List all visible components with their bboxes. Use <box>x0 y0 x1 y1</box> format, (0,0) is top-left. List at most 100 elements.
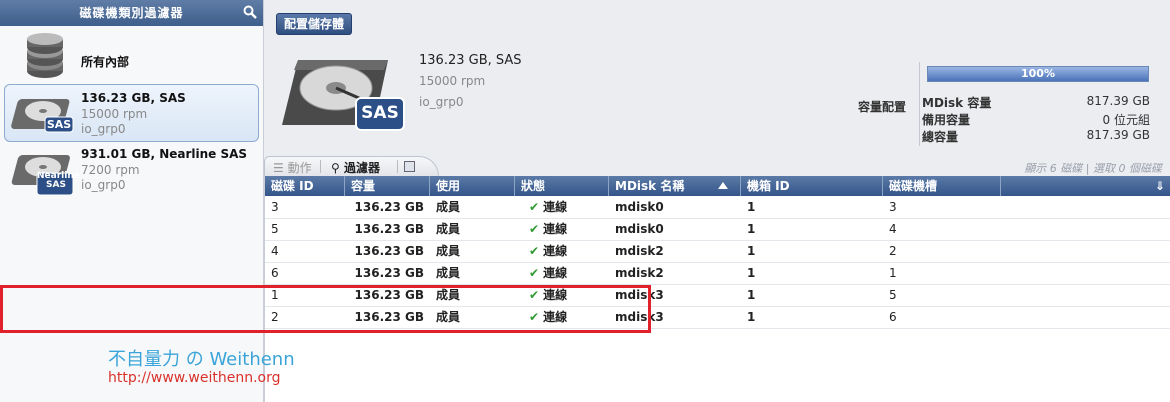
cell-slot-text: 3 <box>889 200 897 214</box>
cell-mdisk-name: mdisk3 <box>609 306 741 328</box>
col-use[interactable]: 使用 <box>430 176 515 196</box>
drives-table: 磁碟 ID 容量 使用 狀態 MDisk 名稱 機箱 ID 磁碟機槽 ⇓ 3 13… <box>264 176 1170 402</box>
capacity-value: 817.39 GB <box>1086 94 1150 108</box>
cell-slot: 6 <box>883 306 1001 328</box>
col-drive-id[interactable]: 磁碟 ID <box>265 176 345 196</box>
cell-use-text: 成員 <box>436 222 461 236</box>
cell-capacity-text: 136.23 GB <box>354 200 424 214</box>
grid-selection-status: 顯示 6 磁碟 | 選取 0 個磁碟 <box>1024 162 1162 175</box>
cell-capacity: 136.23 GB <box>345 240 430 262</box>
col-status[interactable]: 狀態 <box>515 176 609 196</box>
cell-drive-id-text: 6 <box>271 266 279 280</box>
cell-capacity: 136.23 GB <box>345 218 430 240</box>
cell-capacity-text: 136.23 GB <box>354 288 424 302</box>
capacity-key: 備用容量 <box>922 113 971 127</box>
cell-use-text: 成員 <box>436 200 461 214</box>
drive-class-item-sas[interactable]: SAS 136.23 GB, SAS 15000 rpm io_grp0 <box>4 84 259 142</box>
drive-class-title: 所有內部 <box>81 55 130 69</box>
cell-use: 成員 <box>430 218 515 240</box>
col-capacity[interactable]: 容量 <box>345 176 430 196</box>
cell-status: ✔ 連線 <box>515 262 609 284</box>
toolbar-divider <box>320 160 321 173</box>
filter-label: 過濾器 <box>343 161 380 175</box>
col-mdisk-name-label: MDisk 名稱 <box>615 179 685 193</box>
drive-class-filter-header: 磁碟機類別過濾器 <box>0 0 263 26</box>
cell-drive-id-text: 4 <box>271 244 279 258</box>
col-slot[interactable]: 磁碟機槽 <box>883 176 1001 196</box>
cell-slot: 4 <box>883 218 1001 240</box>
save-icon[interactable] <box>404 161 415 172</box>
cell-drive-id: 2 <box>265 306 345 328</box>
table-header: 磁碟 ID 容量 使用 狀態 MDisk 名稱 機箱 ID 磁碟機槽 ⇓ <box>265 176 1170 196</box>
column-menu-icon[interactable]: ⇓ <box>1155 179 1165 193</box>
cell-status-text: 連線 <box>543 200 568 214</box>
cell-enclosure-id-text: 1 <box>747 310 756 324</box>
sort-ascending-icon <box>718 182 728 189</box>
table-row[interactable]: 5 136.23 GB 成員 ✔ 連線 mdisk0 1 4 <box>265 218 1170 241</box>
drive-class-title: 931.01 GB, Nearline SAS <box>81 147 248 161</box>
drive-class-title: 136.23 GB, SAS <box>81 91 186 105</box>
cell-enclosure-id-text: 1 <box>747 266 756 280</box>
actions-menu[interactable]: ☰ 動作 <box>273 159 312 176</box>
filter-button[interactable]: ⚲ 過濾器 <box>331 159 380 176</box>
table-row[interactable]: 4 136.23 GB 成員 ✔ 連線 mdisk2 1 2 <box>265 240 1170 263</box>
internal-storage-main: 配置儲存體 SAS 136.23 GB, SAS 15000 rpm io_gr… <box>264 0 1170 402</box>
cell-status: ✔ 連線 <box>515 218 609 240</box>
table-row[interactable]: 3 136.23 GB 成員 ✔ 連線 mdisk0 1 3 <box>265 196 1170 219</box>
col-mdisk-name[interactable]: MDisk 名稱 <box>609 176 741 196</box>
capacity-row-mdisk: MDisk 容量 817.39 GB <box>922 94 1150 110</box>
cell-drive-id: 1 <box>265 284 345 306</box>
check-icon: ✔ <box>529 310 540 324</box>
cell-drive-id-text: 3 <box>271 200 279 214</box>
hard-drive-large-icon <box>282 60 405 131</box>
cell-use-text: 成員 <box>436 288 461 302</box>
capacity-progress-text: 100% <box>1021 67 1055 80</box>
cell-use: 成員 <box>430 284 515 306</box>
cell-enclosure-id: 1 <box>741 284 883 306</box>
cell-slot-text: 1 <box>889 266 897 280</box>
check-icon: ✔ <box>529 200 540 214</box>
drive-class-item-all-internal[interactable]: 所有內部 <box>4 28 259 86</box>
search-icon[interactable] <box>243 5 257 19</box>
actions-menu-label: 動作 <box>287 161 312 175</box>
cell-enclosure-id-text: 1 <box>747 288 756 302</box>
table-row[interactable]: 1 136.23 GB 成員 ✔ 連線 mdisk3 1 5 <box>265 284 1170 307</box>
cell-mdisk-name: mdisk3 <box>609 284 741 306</box>
col-enclosure-id[interactable]: 機箱 ID <box>741 176 883 196</box>
cell-enclosure-id: 1 <box>741 240 883 262</box>
cell-capacity-text: 136.23 GB <box>354 310 424 324</box>
capacity-key: 總容量 <box>922 130 959 144</box>
cell-capacity-text: 136.23 GB <box>354 266 424 280</box>
cell-drive-id-text: 1 <box>271 288 279 302</box>
summary-rpm: 15000 rpm <box>419 74 486 88</box>
cell-mdisk-name-text: mdisk3 <box>615 288 664 302</box>
cell-status-text: 連線 <box>543 222 568 236</box>
summary-badge: SAS <box>361 103 399 123</box>
cell-slot: 3 <box>883 196 1001 218</box>
cell-status-text: 連線 <box>543 266 568 280</box>
configure-storage-button[interactable]: 配置儲存體 <box>276 13 353 35</box>
cell-status: ✔ 連線 <box>515 284 609 306</box>
cell-status-text: 連線 <box>543 310 568 324</box>
table-row[interactable]: 6 136.23 GB 成員 ✔ 連線 mdisk2 1 1 <box>265 262 1170 285</box>
cell-use-text: 成員 <box>436 244 461 258</box>
check-icon: ✔ <box>529 244 540 258</box>
cell-status-text: 連線 <box>543 288 568 302</box>
cell-drive-id: 6 <box>265 262 345 284</box>
cell-mdisk-name: mdisk2 <box>609 262 741 284</box>
drive-class-badge: SAS <box>46 118 72 131</box>
cell-use-text: 成員 <box>436 310 461 324</box>
cell-status: ✔ 連線 <box>515 306 609 328</box>
summary-title: 136.23 GB, SAS <box>419 53 522 68</box>
cell-enclosure-id-text: 1 <box>747 200 756 214</box>
toolbar-tab: ☰ 動作 ⚲ 過濾器 <box>264 156 439 176</box>
cell-status-text: 連線 <box>543 244 568 258</box>
toolbar-divider <box>397 160 398 173</box>
cell-slot-text: 6 <box>889 310 897 324</box>
cell-status: ✔ 連線 <box>515 196 609 218</box>
drive-class-item-nearline-sas[interactable]: Nearline SAS 931.01 GB, Nearline SAS 720… <box>4 142 259 200</box>
cell-enclosure-id-text: 1 <box>747 222 756 236</box>
cell-drive-id-text: 2 <box>271 310 279 324</box>
table-row[interactable]: 2 136.23 GB 成員 ✔ 連線 mdisk3 1 6 <box>265 306 1170 329</box>
check-icon: ✔ <box>529 266 540 280</box>
